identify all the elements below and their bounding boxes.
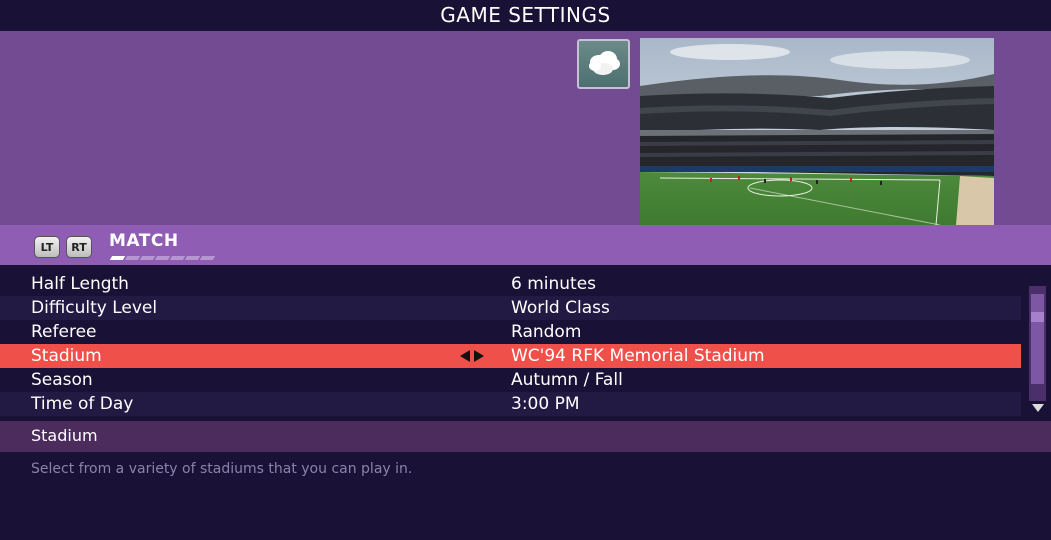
help-title: Stadium	[31, 426, 98, 445]
page-title: GAME SETTINGS	[440, 3, 611, 27]
lt-trigger-button[interactable]: LT	[34, 236, 60, 258]
scroll-down-button[interactable]	[1029, 401, 1046, 415]
rt-trigger-label: RT	[71, 240, 87, 254]
setting-value: Autumn / Fall	[511, 370, 623, 390]
page-indicator	[109, 256, 216, 260]
category-title: MATCH	[109, 231, 179, 251]
title-bar: GAME SETTINGS	[0, 0, 1051, 31]
setting-row-referee[interactable]: Referee Random	[0, 320, 1021, 344]
setting-value: 3:00 PM	[511, 394, 580, 414]
value-selector-arrows[interactable]	[460, 344, 484, 368]
setting-row-season[interactable]: Season Autumn / Fall	[0, 368, 1021, 392]
page-dash	[154, 256, 171, 260]
setting-value: WC'94 RFK Memorial Stadium	[511, 346, 765, 366]
page-dash	[124, 256, 141, 260]
help-header: Stadium	[0, 421, 1051, 452]
rt-trigger-button[interactable]: RT	[66, 236, 92, 258]
stadium-preview-image	[640, 38, 994, 225]
setting-label: Half Length	[31, 274, 129, 294]
setting-label: Time of Day	[31, 394, 134, 414]
arrow-up-icon	[1031, 275, 1044, 283]
scroll-thumb[interactable]	[1031, 294, 1044, 384]
setting-row-half-length[interactable]: Half Length 6 minutes	[0, 272, 1021, 296]
weather-button[interactable]	[577, 39, 630, 89]
help-description: Select from a variety of stadiums that y…	[31, 461, 413, 477]
arrow-right-icon[interactable]	[474, 350, 484, 362]
cloud-icon	[588, 51, 620, 75]
page-dash	[184, 256, 201, 260]
setting-label: Referee	[31, 322, 97, 342]
setting-label: Difficulty Level	[31, 298, 158, 318]
arrow-down-icon	[1031, 404, 1044, 412]
setting-row-stadium[interactable]: Stadium WC'94 RFK Memorial Stadium	[0, 344, 1021, 368]
scrollbar[interactable]	[1029, 272, 1046, 415]
setting-row-difficulty-level[interactable]: Difficulty Level World Class	[0, 296, 1021, 320]
setting-label: Stadium	[31, 346, 102, 366]
scroll-position-marker	[1031, 312, 1044, 322]
lt-trigger-label: LT	[40, 240, 54, 254]
setting-value: World Class	[511, 298, 610, 318]
page-dash	[199, 256, 216, 260]
arrow-left-icon[interactable]	[460, 350, 470, 362]
setting-label: Season	[31, 370, 93, 390]
page-dash	[109, 256, 126, 260]
scroll-up-button[interactable]	[1029, 272, 1046, 286]
setting-value: 6 minutes	[511, 274, 597, 294]
settings-list: Half Length 6 minutes Difficulty Level W…	[0, 265, 1051, 416]
setting-value: Random	[511, 322, 582, 342]
page-dash	[169, 256, 186, 260]
setting-row-time-of-day[interactable]: Time of Day 3:00 PM	[0, 392, 1021, 416]
page-dash	[139, 256, 156, 260]
